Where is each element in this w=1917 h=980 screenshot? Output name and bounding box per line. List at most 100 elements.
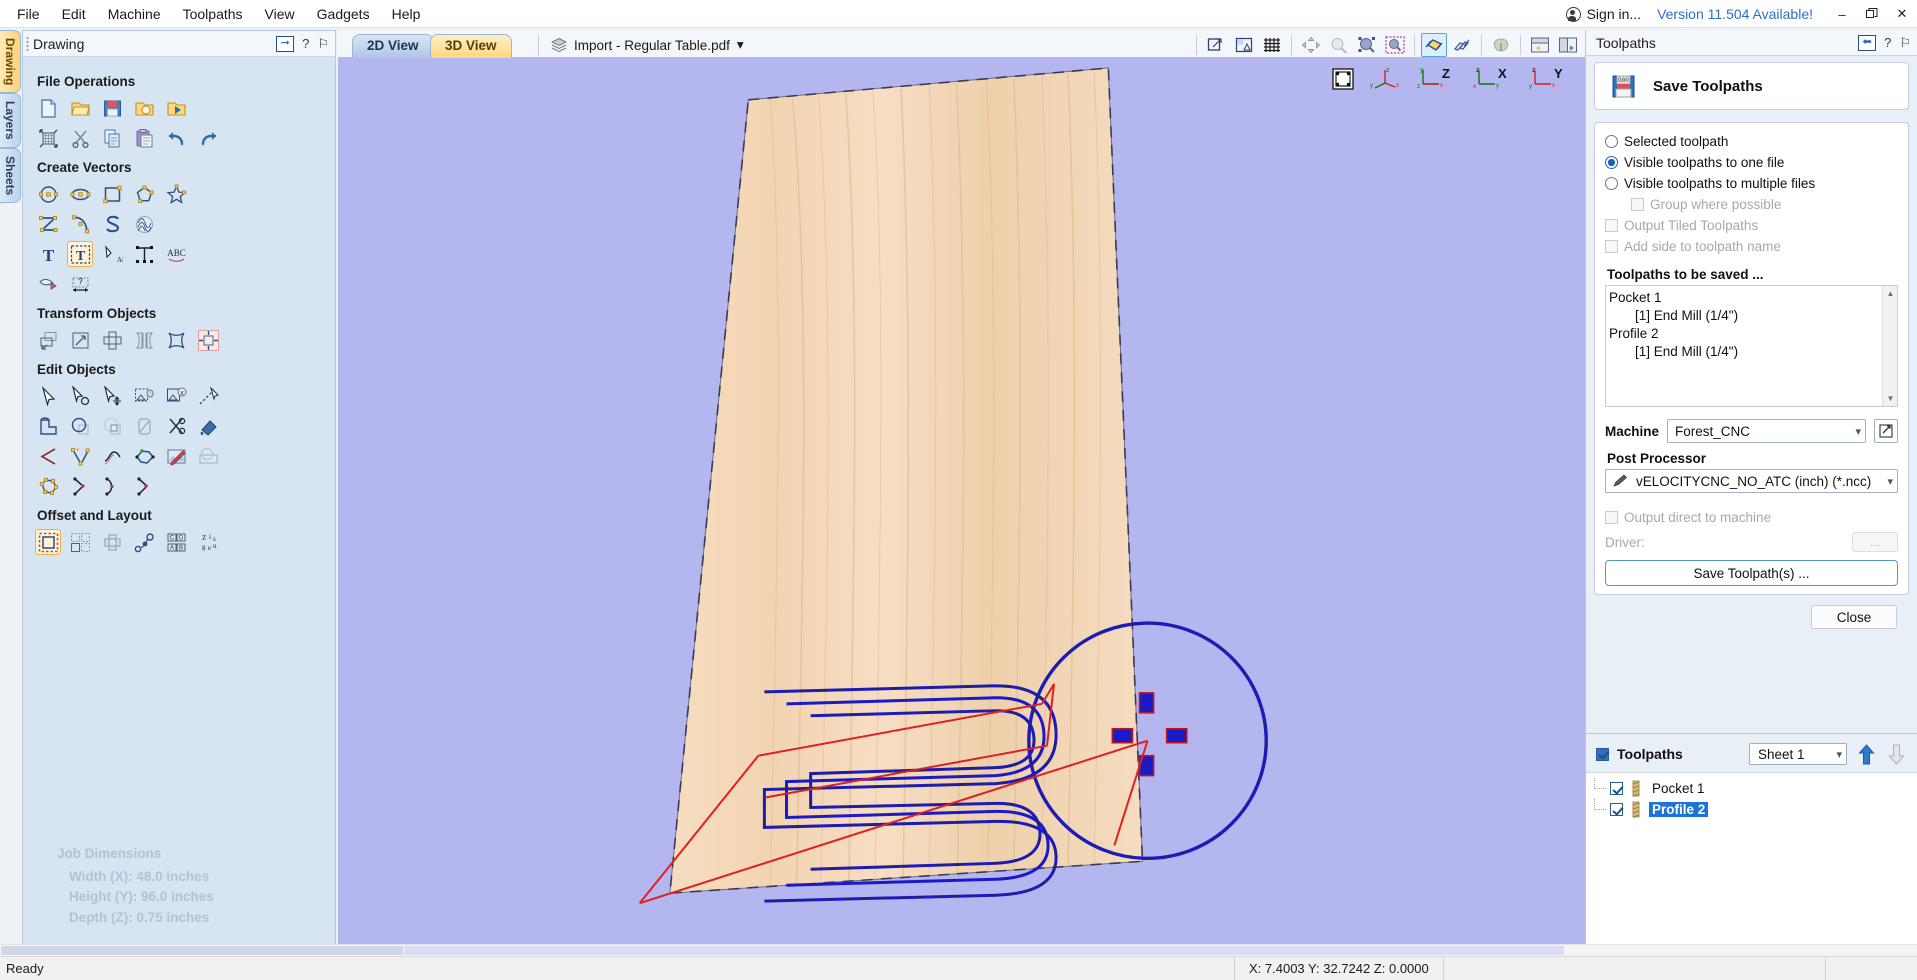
copy-icon[interactable] <box>99 125 125 151</box>
dimension-icon[interactable]: ? <box>67 271 93 297</box>
trace-bitmap-icon[interactable] <box>35 271 61 297</box>
rotate-object-icon[interactable] <box>99 327 125 353</box>
list-scrollbar[interactable]: ▲ ▼ <box>1882 286 1897 406</box>
option-visible-multiple-files[interactable]: Visible toolpaths to multiple files <box>1605 173 1898 194</box>
select-tool-icon[interactable] <box>67 383 93 409</box>
edit-bitmap-icon[interactable] <box>163 443 189 469</box>
machine-select[interactable]: Forest_CNC ▾ <box>1667 419 1866 443</box>
dock-tab-layers[interactable]: Layers <box>0 93 21 149</box>
fill-vectors-icon[interactable] <box>195 413 221 439</box>
draw-rectangle-icon[interactable] <box>99 181 125 207</box>
file-chip-caret-icon[interactable]: ▾ <box>737 37 744 53</box>
block-copy-icon[interactable]: CDAB <box>163 529 189 555</box>
close-vector-icon[interactable] <box>131 443 157 469</box>
open-vector-icon[interactable] <box>67 473 93 499</box>
subtract-vectors-icon[interactable] <box>67 413 93 439</box>
scroll-thumb-left[interactable] <box>1 946 403 955</box>
node-edit-icon[interactable] <box>35 383 61 409</box>
toolpath-list-body[interactable]: Pocket 1 Profile 2 <box>1586 772 1917 954</box>
move-nodes-icon[interactable] <box>99 383 125 409</box>
zoom-extents-icon[interactable] <box>1231 33 1257 57</box>
join-vectors-icon[interactable] <box>195 383 221 409</box>
zoom-selected-icon[interactable] <box>1326 33 1352 57</box>
collapse-panel-icon[interactable]: ⬅ <box>1858 34 1877 51</box>
sheet-select[interactable]: Sheet 1 ▾ <box>1749 743 1847 765</box>
measure-shape-icon[interactable] <box>35 473 61 499</box>
move-object-icon[interactable] <box>35 327 61 353</box>
menu-help[interactable]: Help <box>381 1 432 27</box>
toggle-solid-icon[interactable] <box>1421 33 1447 57</box>
radio-selected-toolpath[interactable] <box>1605 135 1618 148</box>
version-available-link[interactable]: Version 11.504 Available! <box>1651 6 1827 22</box>
cut-vectors-icon[interactable] <box>163 413 189 439</box>
tab-2d-view[interactable]: 2D View <box>352 34 434 58</box>
toggle-toolpath-icon[interactable] <box>1449 33 1475 57</box>
option-selected-toolpath[interactable]: Selected toolpath <box>1605 131 1898 152</box>
x-axis-icon[interactable]: z xy X <box>1471 66 1515 95</box>
toolpath-list-item[interactable]: Profile 2 <box>1586 799 1917 820</box>
zoom-box-icon[interactable] <box>1203 33 1229 57</box>
collapse-panel-icon[interactable]: ➞ <box>276 35 295 52</box>
smooth-node-icon[interactable] <box>99 443 125 469</box>
toolpath-list-item[interactable]: Pocket 1 <box>1586 778 1917 799</box>
draw-texture-icon[interactable] <box>131 211 157 237</box>
draw-ellipse-icon[interactable] <box>67 181 93 207</box>
text-arc-icon[interactable]: ABC <box>163 241 189 267</box>
scroll-thumb-right[interactable] <box>404 946 1564 955</box>
toolpath-visibility-checkbox[interactable] <box>1610 803 1623 816</box>
toggle-material-icon[interactable] <box>1488 33 1514 57</box>
menu-toolpaths[interactable]: Toolpaths <box>172 1 254 27</box>
open-recent-icon[interactable] <box>131 95 157 121</box>
text-on-curve-icon[interactable]: AB <box>99 241 125 267</box>
split-view-layout-icon[interactable] <box>1555 33 1581 57</box>
draw-text-icon[interactable]: T <box>35 241 61 267</box>
dock-tab-drawing[interactable]: Drawing <box>0 30 21 94</box>
xyz-axis-icon[interactable]: z y x <box>1367 66 1403 95</box>
toolpaths-to-be-saved-list[interactable]: Pocket 1 [1] End Mill (1/4") Profile 2 [… <box>1605 285 1898 407</box>
two-view-layout-icon[interactable] <box>1527 33 1553 57</box>
draw-curve-s-icon[interactable] <box>99 211 125 237</box>
draw-circle-icon[interactable] <box>35 181 61 207</box>
3d-view-canvas[interactable]: z y x y zx Z z x y X z y x Y <box>338 58 1585 955</box>
edit-machine-icon[interactable] <box>1874 419 1898 443</box>
toggle-grid-icon[interactable] <box>1259 33 1285 57</box>
draw-polygon-icon[interactable] <box>131 181 157 207</box>
save-toolpaths-button[interactable]: G00 Save Toolpaths <box>1595 63 1908 109</box>
save-file-icon[interactable] <box>99 95 125 121</box>
tab-3d-view[interactable]: 3D View <box>430 34 512 58</box>
open-file-chip[interactable]: Import - Regular Table.pdf ▾ <box>538 34 744 56</box>
redo-icon[interactable] <box>195 125 221 151</box>
pan-icon[interactable] <box>1298 33 1324 57</box>
import-vectors-icon[interactable] <box>163 95 189 121</box>
minimize-button[interactable]: – <box>1827 1 1857 27</box>
scale-object-icon[interactable] <box>67 327 93 353</box>
toolpaths-visible-checkbox[interactable] <box>1596 747 1609 761</box>
scroll-down-icon[interactable]: ▼ <box>1883 391 1897 406</box>
move-toolpath-down-button[interactable] <box>1885 742 1907 766</box>
text-selected-icon[interactable]: T <box>67 241 93 267</box>
scroll-up-icon[interactable]: ▲ <box>1883 286 1897 301</box>
close-button[interactable]: Close <box>1811 605 1897 629</box>
zoom-drawing-icon[interactable] <box>1382 33 1408 57</box>
cut-icon[interactable] <box>67 125 93 151</box>
fillet-icon[interactable] <box>131 413 157 439</box>
group-objects-icon[interactable] <box>131 383 157 409</box>
toolpath-name[interactable]: Profile 2 <box>1649 802 1709 817</box>
offset-vectors-icon[interactable] <box>35 529 61 555</box>
auto-text-layout-icon[interactable] <box>131 241 157 267</box>
menu-file[interactable]: File <box>6 1 51 27</box>
align-objects-icon[interactable] <box>195 327 221 353</box>
menu-view[interactable]: View <box>254 1 306 27</box>
open-file-icon[interactable] <box>67 95 93 121</box>
pin-icon[interactable]: ⚐ <box>317 36 329 52</box>
fade-bitmap-icon[interactable] <box>195 443 221 469</box>
ungroup-objects-icon[interactable]: x <box>163 383 189 409</box>
help-icon[interactable]: ? <box>302 36 309 51</box>
menu-machine[interactable]: Machine <box>97 1 172 27</box>
help-icon[interactable]: ? <box>1884 35 1891 50</box>
horizontal-scrollbar[interactable] <box>0 944 1917 956</box>
iso-view-icon[interactable] <box>1331 67 1355 94</box>
menu-edit[interactable]: Edit <box>51 1 97 27</box>
draw-curve-icon[interactable] <box>67 211 93 237</box>
post-processor-select[interactable]: vELOCITYCNC_NO_ATC (inch) (*.ncc) ▾ <box>1605 469 1898 493</box>
